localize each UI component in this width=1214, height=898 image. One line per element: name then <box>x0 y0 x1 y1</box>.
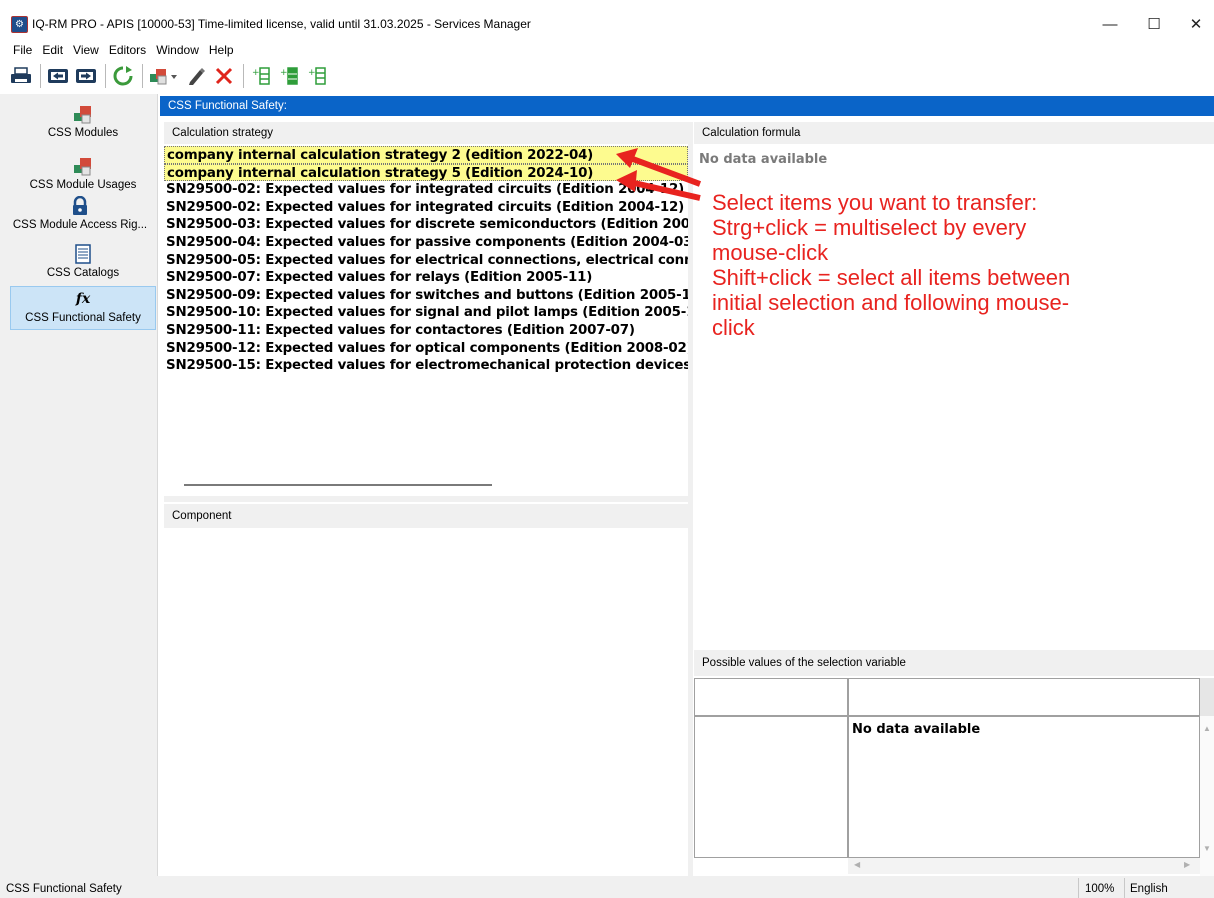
annotation-text: Select items you want to transfer: Strg+… <box>712 190 1182 340</box>
calculation-formula-header: Calculation formula <box>694 122 1214 144</box>
nav-item-css-catalogs[interactable]: CSS Catalogs <box>10 242 156 286</box>
annotation-arrow <box>629 179 701 201</box>
component-header: Component <box>164 504 688 528</box>
toolbar: + + + <box>0 60 1214 92</box>
app-icon: ⚙ <box>11 16 28 33</box>
status-bar: CSS Functional Safety 100% English <box>0 876 1214 898</box>
scroll-down-icon[interactable]: ▼ <box>1203 844 1211 853</box>
nav-item-label: CSS Functional Safety <box>25 312 141 324</box>
list-item[interactable]: SN29500-11: Expected values for contacto… <box>164 322 688 340</box>
nav-item-css-module-usages[interactable]: CSS Module Usages <box>10 154 156 198</box>
nav-item-css-modules[interactable]: CSS Modules <box>10 102 156 146</box>
refresh-icon[interactable] <box>110 63 136 89</box>
back-icon[interactable] <box>45 63 71 89</box>
table-cell <box>848 716 1200 858</box>
header-filler <box>1200 678 1214 716</box>
toolbar-separator <box>40 64 41 88</box>
nav-item-label: CSS Catalogs <box>46 267 120 279</box>
nav-item-label: CSS Module Usages <box>29 179 137 191</box>
nav-item-css-module-access-rights[interactable]: CSS Module Access Rig... <box>4 194 156 238</box>
navigation-panel: CSS Modules CSS Module Usages CSS Module… <box>0 94 158 876</box>
nav-item-label: CSS Modules <box>47 127 119 139</box>
list-item[interactable]: SN29500-10: Expected values for signal a… <box>164 304 688 322</box>
insert-row-icon[interactable]: + <box>276 63 302 89</box>
svg-text:+: + <box>308 68 316 78</box>
close-button[interactable]: ✕ <box>1176 12 1214 38</box>
svg-text:+: + <box>252 68 260 78</box>
toolbar-separator <box>105 64 106 88</box>
nav-item-css-functional-safety[interactable]: fx CSS Functional Safety <box>10 286 156 330</box>
language-indicator[interactable]: English <box>1124 878 1168 898</box>
annotation-line: mouse-click <box>712 240 829 265</box>
horizontal-scrollbar[interactable]: ◀ ▶ <box>848 858 1200 874</box>
toolbar-separator <box>243 64 244 88</box>
table-header-cell <box>694 678 848 716</box>
list-item[interactable]: SN29500-15: Expected values for electrom… <box>164 357 688 375</box>
svg-text:+: + <box>280 68 288 78</box>
module-usage-icon <box>74 158 91 176</box>
status-text: CSS Functional Safety <box>6 883 122 895</box>
annotation-line: Strg+click = multiselect by every <box>712 215 1027 240</box>
calculation-strategy-header: Calculation strategy <box>164 122 688 144</box>
menu-bar: File Edit View Editors Window Help <box>0 40 1214 60</box>
function-icon: fx <box>75 291 91 307</box>
splitter[interactable] <box>688 122 693 876</box>
scroll-right-icon[interactable]: ▶ <box>1184 860 1190 869</box>
formula-empty-text: No data available <box>699 152 828 167</box>
print-icon[interactable] <box>8 63 34 89</box>
possible-values-table: ▲ ▼ ◀ ▶ <box>694 678 1214 876</box>
edit-icon[interactable] <box>183 63 209 89</box>
annotation-line: Shift+click = select all items between <box>712 265 1071 290</box>
annotation-arrows <box>616 148 702 201</box>
possible-values-header: Possible values of the selection variabl… <box>694 650 1214 676</box>
menu-window[interactable]: Window <box>151 43 204 57</box>
menu-file[interactable]: File <box>8 43 37 57</box>
scroll-left-icon[interactable]: ◀ <box>854 860 860 869</box>
toolbar-separator <box>142 64 143 88</box>
table-header-cell <box>848 678 1200 716</box>
annotation-arrow <box>628 155 702 187</box>
catalog-icon <box>75 244 91 264</box>
insert-child-row-icon[interactable]: + <box>304 63 330 89</box>
possible-values-empty-text: No data available <box>852 722 981 737</box>
forward-icon[interactable] <box>73 63 99 89</box>
horizontal-scrollbar[interactable] <box>184 484 492 486</box>
list-item[interactable]: SN29500-07: Expected values for relays (… <box>164 269 688 287</box>
menu-help[interactable]: Help <box>204 43 239 57</box>
scroll-up-icon[interactable]: ▲ <box>1203 724 1211 733</box>
maximize-button[interactable]: ☐ <box>1134 12 1174 38</box>
splitter[interactable] <box>164 496 688 502</box>
table-cell <box>694 716 848 858</box>
annotation-line: Select items you want to transfer: <box>712 190 1038 215</box>
list-item[interactable]: SN29500-05: Expected values for electric… <box>164 252 688 270</box>
section-header: CSS Functional Safety: <box>160 96 1214 116</box>
module-icon <box>74 106 91 124</box>
lock-icon <box>73 196 87 215</box>
nav-item-label: CSS Module Access Rig... <box>12 219 148 231</box>
delete-icon[interactable] <box>211 63 237 89</box>
title-bar: ⚙ IQ-RM PRO - APIS [10000-53] Time-limit… <box>0 0 1214 40</box>
list-item[interactable]: SN29500-03: Expected values for discrete… <box>164 216 688 234</box>
arrow-head-icon <box>616 170 637 192</box>
annotation-line: initial selection and following mouse- <box>712 290 1070 315</box>
zoom-level[interactable]: 100% <box>1078 878 1114 898</box>
annotation-line: click <box>712 315 755 340</box>
menu-view[interactable]: View <box>68 43 104 57</box>
list-item[interactable]: SN29500-09: Expected values for switches… <box>164 287 688 305</box>
menu-edit[interactable]: Edit <box>37 43 68 57</box>
insert-row-above-icon[interactable]: + <box>248 63 274 89</box>
component-panel[interactable] <box>164 528 688 876</box>
minimize-button[interactable]: — <box>1090 12 1130 38</box>
list-item[interactable]: SN29500-12: Expected values for optical … <box>164 340 688 358</box>
new-module-icon[interactable] <box>147 63 181 89</box>
vertical-scrollbar[interactable]: ▲ ▼ <box>1200 716 1214 876</box>
window-title: IQ-RM PRO - APIS [10000-53] Time-limited… <box>32 17 531 31</box>
list-item[interactable]: SN29500-04: Expected values for passive … <box>164 234 688 252</box>
menu-editors[interactable]: Editors <box>104 43 151 57</box>
